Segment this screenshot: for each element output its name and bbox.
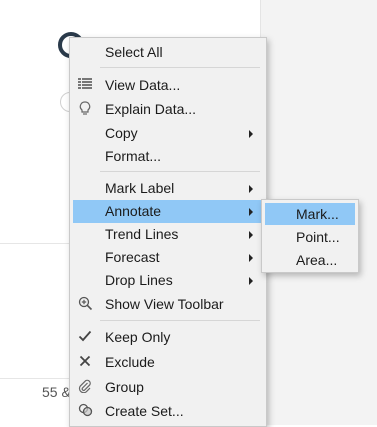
menu-item-label: Drop Lines xyxy=(105,272,173,288)
submenu-item-label: Area... xyxy=(296,252,338,268)
menu-item-label: Keep Only xyxy=(105,329,171,345)
menu-item-label: Format... xyxy=(105,148,162,164)
background-axis-label: 55 & xyxy=(42,384,71,400)
menu-item-label: Copy xyxy=(105,125,138,141)
menu-item-label: Exclude xyxy=(105,354,155,370)
menu-item-drop-lines[interactable]: Drop Lines xyxy=(73,269,263,292)
menu-item-keep-only[interactable]: Keep Only xyxy=(73,326,263,349)
menu-item-label: Annotate xyxy=(105,203,162,219)
menu-item-group[interactable]: Group xyxy=(73,376,263,399)
menu-item-label: Trend Lines xyxy=(105,226,179,242)
menu-item-mark-label[interactable]: Mark Label xyxy=(73,177,263,200)
annotate-submenu: Mark... Point... Area... xyxy=(261,199,359,273)
paperclip-icon xyxy=(77,379,93,396)
menu-item-label: Explain Data... xyxy=(105,101,197,117)
submenu-arrow-icon xyxy=(249,231,253,239)
menu-item-exclude[interactable]: Exclude xyxy=(73,351,263,374)
menu-item-label: View Data... xyxy=(105,77,181,93)
submenu-item-label: Mark... xyxy=(296,206,339,222)
menu-item-create-set[interactable]: Create Set... xyxy=(73,400,263,423)
zoom-in-icon xyxy=(77,296,93,313)
submenu-arrow-icon xyxy=(249,185,253,193)
menu-item-forecast[interactable]: Forecast xyxy=(73,246,263,269)
lightbulb-icon xyxy=(77,101,93,118)
checkmark-icon xyxy=(77,329,93,346)
submenu-item-area[interactable]: Area... xyxy=(265,249,355,271)
x-icon xyxy=(77,354,93,371)
submenu-arrow-icon xyxy=(249,208,253,216)
menu-item-label: Group xyxy=(105,379,144,395)
menu-separator xyxy=(100,320,260,321)
menu-separator xyxy=(100,171,260,172)
menu-separator xyxy=(100,67,260,68)
menu-item-label: Select All xyxy=(105,44,163,60)
menu-item-select-all[interactable]: Select All xyxy=(73,41,263,64)
context-menu: Select All View Data... Explain Data... … xyxy=(69,37,267,427)
menu-item-view-data[interactable]: View Data... xyxy=(73,74,263,97)
menu-item-label: Create Set... xyxy=(105,403,184,419)
menu-item-label: Show View Toolbar xyxy=(105,296,224,312)
menu-item-show-view-toolbar[interactable]: Show View Toolbar xyxy=(73,293,263,316)
menu-item-label: Mark Label xyxy=(105,180,175,196)
menu-item-annotate[interactable]: Annotate xyxy=(73,200,263,223)
submenu-arrow-icon xyxy=(249,277,253,285)
menu-item-explain-data[interactable]: Explain Data... xyxy=(73,98,263,121)
submenu-item-mark[interactable]: Mark... xyxy=(265,203,355,225)
menu-item-label: Forecast xyxy=(105,249,160,265)
submenu-item-point[interactable]: Point... xyxy=(265,226,355,248)
submenu-arrow-icon xyxy=(249,130,253,138)
menu-item-copy[interactable]: Copy xyxy=(73,122,263,145)
table-icon xyxy=(77,77,93,94)
submenu-arrow-icon xyxy=(249,254,253,262)
menu-item-format[interactable]: Format... xyxy=(73,145,263,168)
menu-item-trend-lines[interactable]: Trend Lines xyxy=(73,223,263,246)
sets-icon xyxy=(77,403,93,420)
submenu-item-label: Point... xyxy=(296,229,340,245)
